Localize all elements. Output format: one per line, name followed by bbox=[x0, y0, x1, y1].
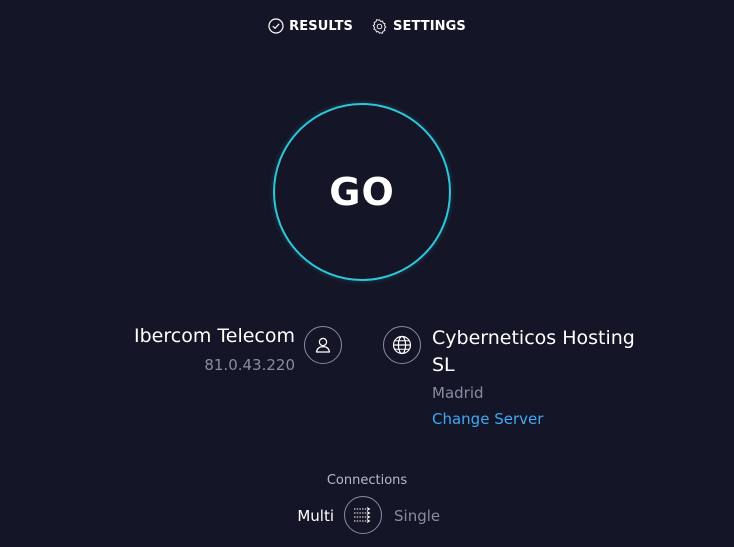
go-button[interactable]: GO bbox=[273, 103, 451, 281]
results-label: RESULTS bbox=[289, 18, 354, 34]
connections-label: Connections bbox=[326, 473, 408, 488]
server-name: Cyberneticos Hosting SL bbox=[432, 327, 635, 376]
connections-toggle-icon[interactable] bbox=[344, 496, 382, 534]
top-nav: RESULTS SETTINGS bbox=[0, 15, 734, 37]
user-icon bbox=[304, 326, 342, 364]
settings-nav-button[interactable]: SETTINGS bbox=[371, 15, 466, 37]
go-label: GO bbox=[329, 170, 395, 214]
settings-label: SETTINGS bbox=[393, 18, 466, 34]
change-server-link[interactable]: Change Server bbox=[432, 410, 543, 428]
isp-ip-address: 81.0.43.220 bbox=[204, 356, 295, 374]
connections-multi-option[interactable]: Multi bbox=[297, 507, 334, 525]
speedtest-page: RESULTS SETTINGS GO Ibercom Telecom 81.0… bbox=[0, 0, 734, 547]
gear-icon bbox=[371, 18, 388, 35]
results-nav-button[interactable]: RESULTS bbox=[268, 15, 353, 37]
check-circle-icon bbox=[268, 18, 284, 34]
connections-single-option[interactable]: Single bbox=[394, 507, 440, 525]
isp-name: Ibercom Telecom bbox=[134, 325, 295, 347]
server-location: Madrid bbox=[432, 384, 484, 402]
globe-icon bbox=[383, 326, 421, 364]
